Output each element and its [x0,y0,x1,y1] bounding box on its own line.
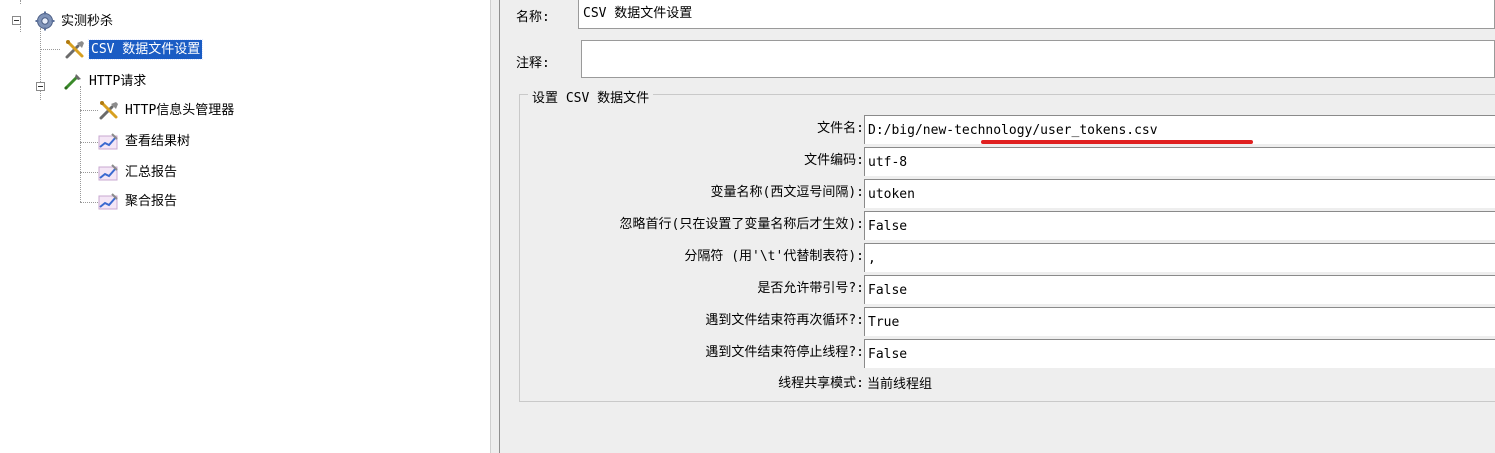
tree-node-label: HTTP请求 [89,73,147,89]
tree-node-view-results-tree[interactable]: 查看结果树 [98,130,192,152]
tree-connector [20,0,21,4]
tree-node-root[interactable]: 实测秒杀 [34,10,115,32]
graph-icon [98,162,120,182]
tree-connector [80,172,98,173]
tree-node-label: 汇总报告 [125,164,178,180]
field-row-encoding: 文件编码: utf-8 [519,145,1495,176]
field-label: 忽略首行(只在设置了变量名称后才生效): [619,217,864,232]
tree-connector [80,202,98,203]
section-title: 设置 CSV 数据文件 [528,87,654,106]
comment-label: 注释: [516,56,550,71]
field-label: 文件编码: [804,153,864,168]
field-label: 遇到文件结束符停止线程?: [705,345,864,360]
collapse-toggle[interactable] [36,82,45,91]
field-row-stop-thread-on-eof: 遇到文件结束符停止线程?: False [519,337,1495,368]
ignore-first-line-input[interactable]: False [864,211,1495,240]
tree-connector [80,110,98,111]
annotation-underline [981,140,1253,144]
sharing-mode-select[interactable]: 当前线程组 [864,370,1495,399]
field-row-recycle-on-eof: 遇到文件结束符再次循环?: True [519,305,1495,336]
tree-connector [20,26,21,32]
tree-node-summary-report[interactable]: 汇总报告 [98,161,179,183]
tree-connector [80,142,98,143]
graph-icon [98,131,120,151]
field-label: 是否允许带引号?: [757,281,864,296]
name-input[interactable]: CSV 数据文件设置 [578,0,1495,29]
stop-thread-on-eof-input[interactable]: False [864,339,1495,368]
field-label: 线程共享模式: [778,376,864,391]
collapse-toggle[interactable] [12,16,21,25]
pipette-icon [62,71,84,91]
tree-node-label: 聚合报告 [125,193,178,209]
field-label: 变量名称(西文逗号间隔): [710,185,864,200]
wrench-icon [64,39,86,59]
split-pane-divider[interactable] [490,0,500,453]
tree-node-label: 查看结果树 [125,133,191,149]
field-label: 分隔符 (用'\t'代替制表符): [684,249,864,264]
test-plan-tree: 实测秒杀 CSV 数据文件设置 HTTP请求 HTTP信息头管理器 查看结果树 … [0,0,490,453]
tree-node-label: 实测秒杀 [61,13,114,29]
tree-node-csv-data-set[interactable]: CSV 数据文件设置 [64,38,204,60]
tree-node-label: CSV 数据文件设置 [87,38,204,60]
field-row-sharing-mode: 线程共享模式: 当前线程组 [519,368,1495,399]
field-label: 文件名: [817,121,864,136]
variable-names-input[interactable]: utoken [864,179,1495,208]
recycle-on-eof-input[interactable]: True [864,307,1495,336]
delimiter-input[interactable]: , [864,243,1495,272]
wrench-icon [98,100,120,120]
allow-quoted-input[interactable]: False [864,275,1495,304]
field-label: 遇到文件结束符再次循环?: [705,313,864,328]
field-row-delimiter: 分隔符 (用'\t'代替制表符): , [519,241,1495,272]
field-row-variable-names: 变量名称(西文逗号间隔): utoken [519,177,1495,208]
tree-node-http-request[interactable]: HTTP请求 [62,70,148,92]
tree-connector [40,49,60,50]
graph-icon [98,191,120,211]
tree-connector [80,86,81,202]
tree-node-label: HTTP信息头管理器 [125,102,235,118]
tree-node-header-manager[interactable]: HTTP信息头管理器 [98,99,236,121]
comment-input[interactable] [581,40,1495,78]
field-row-allow-quoted: 是否允许带引号?: False [519,273,1495,304]
encoding-input[interactable]: utf-8 [864,147,1495,176]
field-row-ignore-first-line: 忽略首行(只在设置了变量名称后才生效): False [519,209,1495,240]
tree-node-aggregate-report[interactable]: 聚合报告 [98,190,179,212]
gear-icon [34,11,56,31]
name-label: 名称: [516,10,550,25]
